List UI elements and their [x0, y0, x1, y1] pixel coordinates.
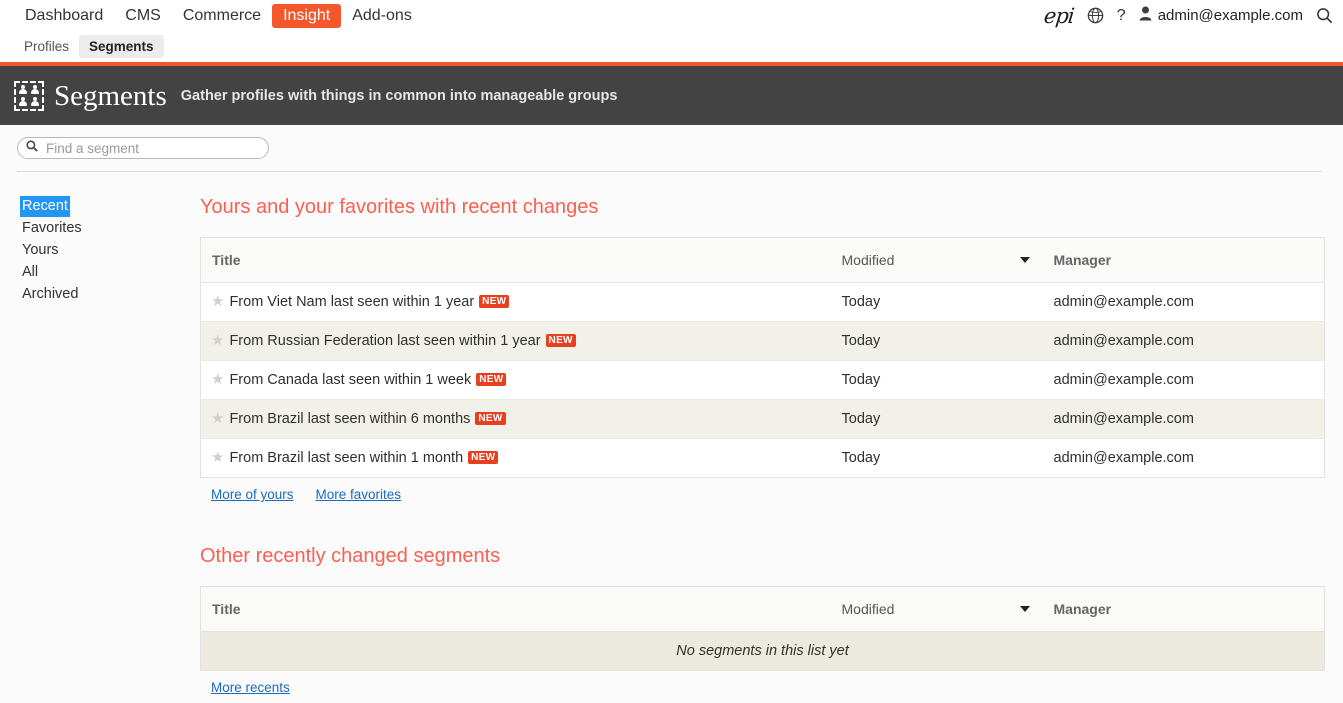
- section-heading-recent-changes: Yours and your favorites with recent cha…: [200, 196, 599, 218]
- cell-manager: admin@example.com: [1043, 321, 1325, 361]
- user-icon: [1139, 6, 1152, 25]
- favorite-star-icon[interactable]: ★: [211, 410, 224, 427]
- tab-profiles[interactable]: Profiles: [14, 35, 79, 58]
- cell-title: ★ From Canada last seen within 1 week NEW: [200, 360, 832, 400]
- cell-title: ★ From Viet Nam last seen within 1 year NE…: [200, 282, 832, 322]
- cell-modified: Today: [841, 450, 881, 466]
- segment-title[interactable]: From Brazil last seen within 6 months: [229, 411, 470, 427]
- cell-modified: Today: [831, 282, 1044, 322]
- favorite-star-icon[interactable]: ★: [211, 449, 224, 466]
- cell-modified: Today: [831, 399, 1044, 439]
- new-badge: NEW: [479, 295, 510, 308]
- segments-table-yours: Title Modified Manager ★ From Viet Nam la…: [200, 237, 1325, 478]
- table-row[interactable]: ★ From Brazil last seen within 1 month NEW…: [201, 439, 1325, 478]
- secondary-navigation: Profiles Segments: [0, 31, 1343, 62]
- nav-item-cms[interactable]: CMS: [114, 4, 172, 28]
- content-area: Recent Favorites Yours All Archived Your…: [0, 172, 1343, 695]
- nav-item-insight[interactable]: Insight: [272, 3, 342, 28]
- column-header-title[interactable]: Title: [200, 237, 832, 283]
- table-header-row: Title Modified Manager: [200, 586, 1325, 632]
- table-header: Title Modified Manager: [200, 586, 1325, 632]
- epi-logo: epi: [1042, 3, 1076, 28]
- sidebar-item-all[interactable]: All: [20, 262, 40, 283]
- cell-manager: admin@example.com: [1043, 282, 1325, 322]
- sidebar-item-favorites[interactable]: Favorites: [20, 218, 84, 239]
- column-header-modified[interactable]: Modified: [831, 237, 1044, 283]
- empty-state-row: No segments in this list yet: [200, 631, 1325, 671]
- user-menu[interactable]: admin@example.com: [1139, 6, 1303, 25]
- sidebar-item-archived[interactable]: Archived: [20, 284, 80, 305]
- nav-item-dashboard[interactable]: Dashboard: [14, 4, 114, 28]
- segments-icon: [14, 80, 44, 111]
- page-description: Gather profiles with things in common in…: [180, 87, 618, 104]
- sort-descending-icon[interactable]: [1019, 257, 1030, 263]
- segment-title[interactable]: From Canada last seen within 1 week: [229, 372, 471, 388]
- column-header-modified-label: Modified: [841, 601, 895, 617]
- segments-table-other: Title Modified Manager No segments in th…: [200, 586, 1325, 671]
- search-area: [0, 125, 1343, 171]
- user-email: admin@example.com: [1157, 7, 1303, 24]
- more-recents-link[interactable]: More recents: [211, 680, 290, 695]
- column-header-modified[interactable]: Modified: [831, 586, 1044, 632]
- empty-state-message: No segments in this list yet: [200, 631, 1325, 671]
- search-icon[interactable]: [1316, 7, 1333, 24]
- search-box[interactable]: [17, 137, 269, 159]
- page-title: Segments: [54, 79, 167, 112]
- segments-main: Yours and your favorites with recent cha…: [200, 195, 1343, 695]
- filter-sidebar: Recent Favorites Yours All Archived: [0, 195, 200, 695]
- cell-title: ★ From Brazil last seen within 1 month NEW: [201, 439, 832, 478]
- nav-item-commerce[interactable]: Commerce: [172, 4, 272, 28]
- new-badge: NEW: [476, 373, 507, 386]
- search-icon: [26, 139, 38, 157]
- section-heading-other-recent: Other recently changed segments: [200, 545, 501, 567]
- table-row[interactable]: ★ From Brazil last seen within 6 months NE…: [200, 399, 1325, 439]
- globe-icon[interactable]: [1087, 7, 1104, 24]
- table-header-row: Title Modified Manager: [200, 237, 1325, 283]
- segment-title[interactable]: From Russian Federation last seen within…: [229, 333, 540, 349]
- cell-modified: Today: [831, 321, 1044, 361]
- top-bar: Dashboard CMS Commerce Insight Add-ons P…: [0, 0, 1343, 62]
- segment-title[interactable]: From Viet Nam last seen within 1 year: [229, 294, 474, 310]
- search-input[interactable]: [44, 139, 260, 157]
- cell-modified: Today: [831, 360, 1044, 400]
- help-icon[interactable]: ?: [1117, 7, 1126, 25]
- table-row[interactable]: ★ From Russian Federation last seen withi…: [200, 321, 1325, 361]
- table-body: No segments in this list yet: [200, 631, 1325, 671]
- favorite-star-icon[interactable]: ★: [211, 332, 224, 349]
- cell-manager: admin@example.com: [1043, 399, 1325, 439]
- cell-manager: admin@example.com: [1043, 360, 1325, 400]
- favorite-star-icon[interactable]: ★: [211, 371, 224, 388]
- more-favorites-link[interactable]: More favorites: [316, 487, 402, 502]
- sort-descending-icon[interactable]: [1019, 606, 1030, 612]
- table-header: Title Modified Manager: [200, 237, 1325, 283]
- page-banner: Segments Gather profiles with things in …: [0, 66, 1343, 125]
- table-row[interactable]: ★ From Viet Nam last seen within 1 year NE…: [200, 282, 1325, 322]
- yours-links: More of yours More favorites: [200, 478, 1331, 502]
- sidebar-item-yours[interactable]: Yours: [20, 240, 61, 261]
- cell-title: ★ From Brazil last seen within 6 months NE…: [200, 399, 832, 439]
- new-badge: NEW: [545, 334, 576, 347]
- sidebar-item-recent[interactable]: Recent: [20, 196, 70, 217]
- nav-item-addons[interactable]: Add-ons: [341, 4, 423, 28]
- cell-manager: admin@example.com: [1053, 450, 1194, 466]
- top-bar-actions: epi ? admin@example.com: [1042, 0, 1333, 31]
- column-header-title[interactable]: Title: [200, 586, 832, 632]
- cell-title: ★ From Russian Federation last seen withi…: [200, 321, 832, 361]
- new-badge: NEW: [468, 451, 499, 464]
- favorite-star-icon[interactable]: ★: [211, 293, 224, 310]
- other-links: More recents: [200, 671, 1331, 695]
- tab-segments[interactable]: Segments: [79, 35, 164, 58]
- more-of-yours-link[interactable]: More of yours: [211, 487, 294, 502]
- segment-title[interactable]: From Brazil last seen within 1 month: [229, 450, 463, 466]
- table-body: ★ From Viet Nam last seen within 1 year NE…: [200, 282, 1325, 478]
- column-header-manager[interactable]: Manager: [1043, 586, 1325, 632]
- new-badge: NEW: [475, 412, 506, 425]
- table-row[interactable]: ★ From Canada last seen within 1 week NEW …: [200, 360, 1325, 400]
- column-header-modified-label: Modified: [841, 252, 895, 268]
- column-header-manager[interactable]: Manager: [1043, 237, 1325, 283]
